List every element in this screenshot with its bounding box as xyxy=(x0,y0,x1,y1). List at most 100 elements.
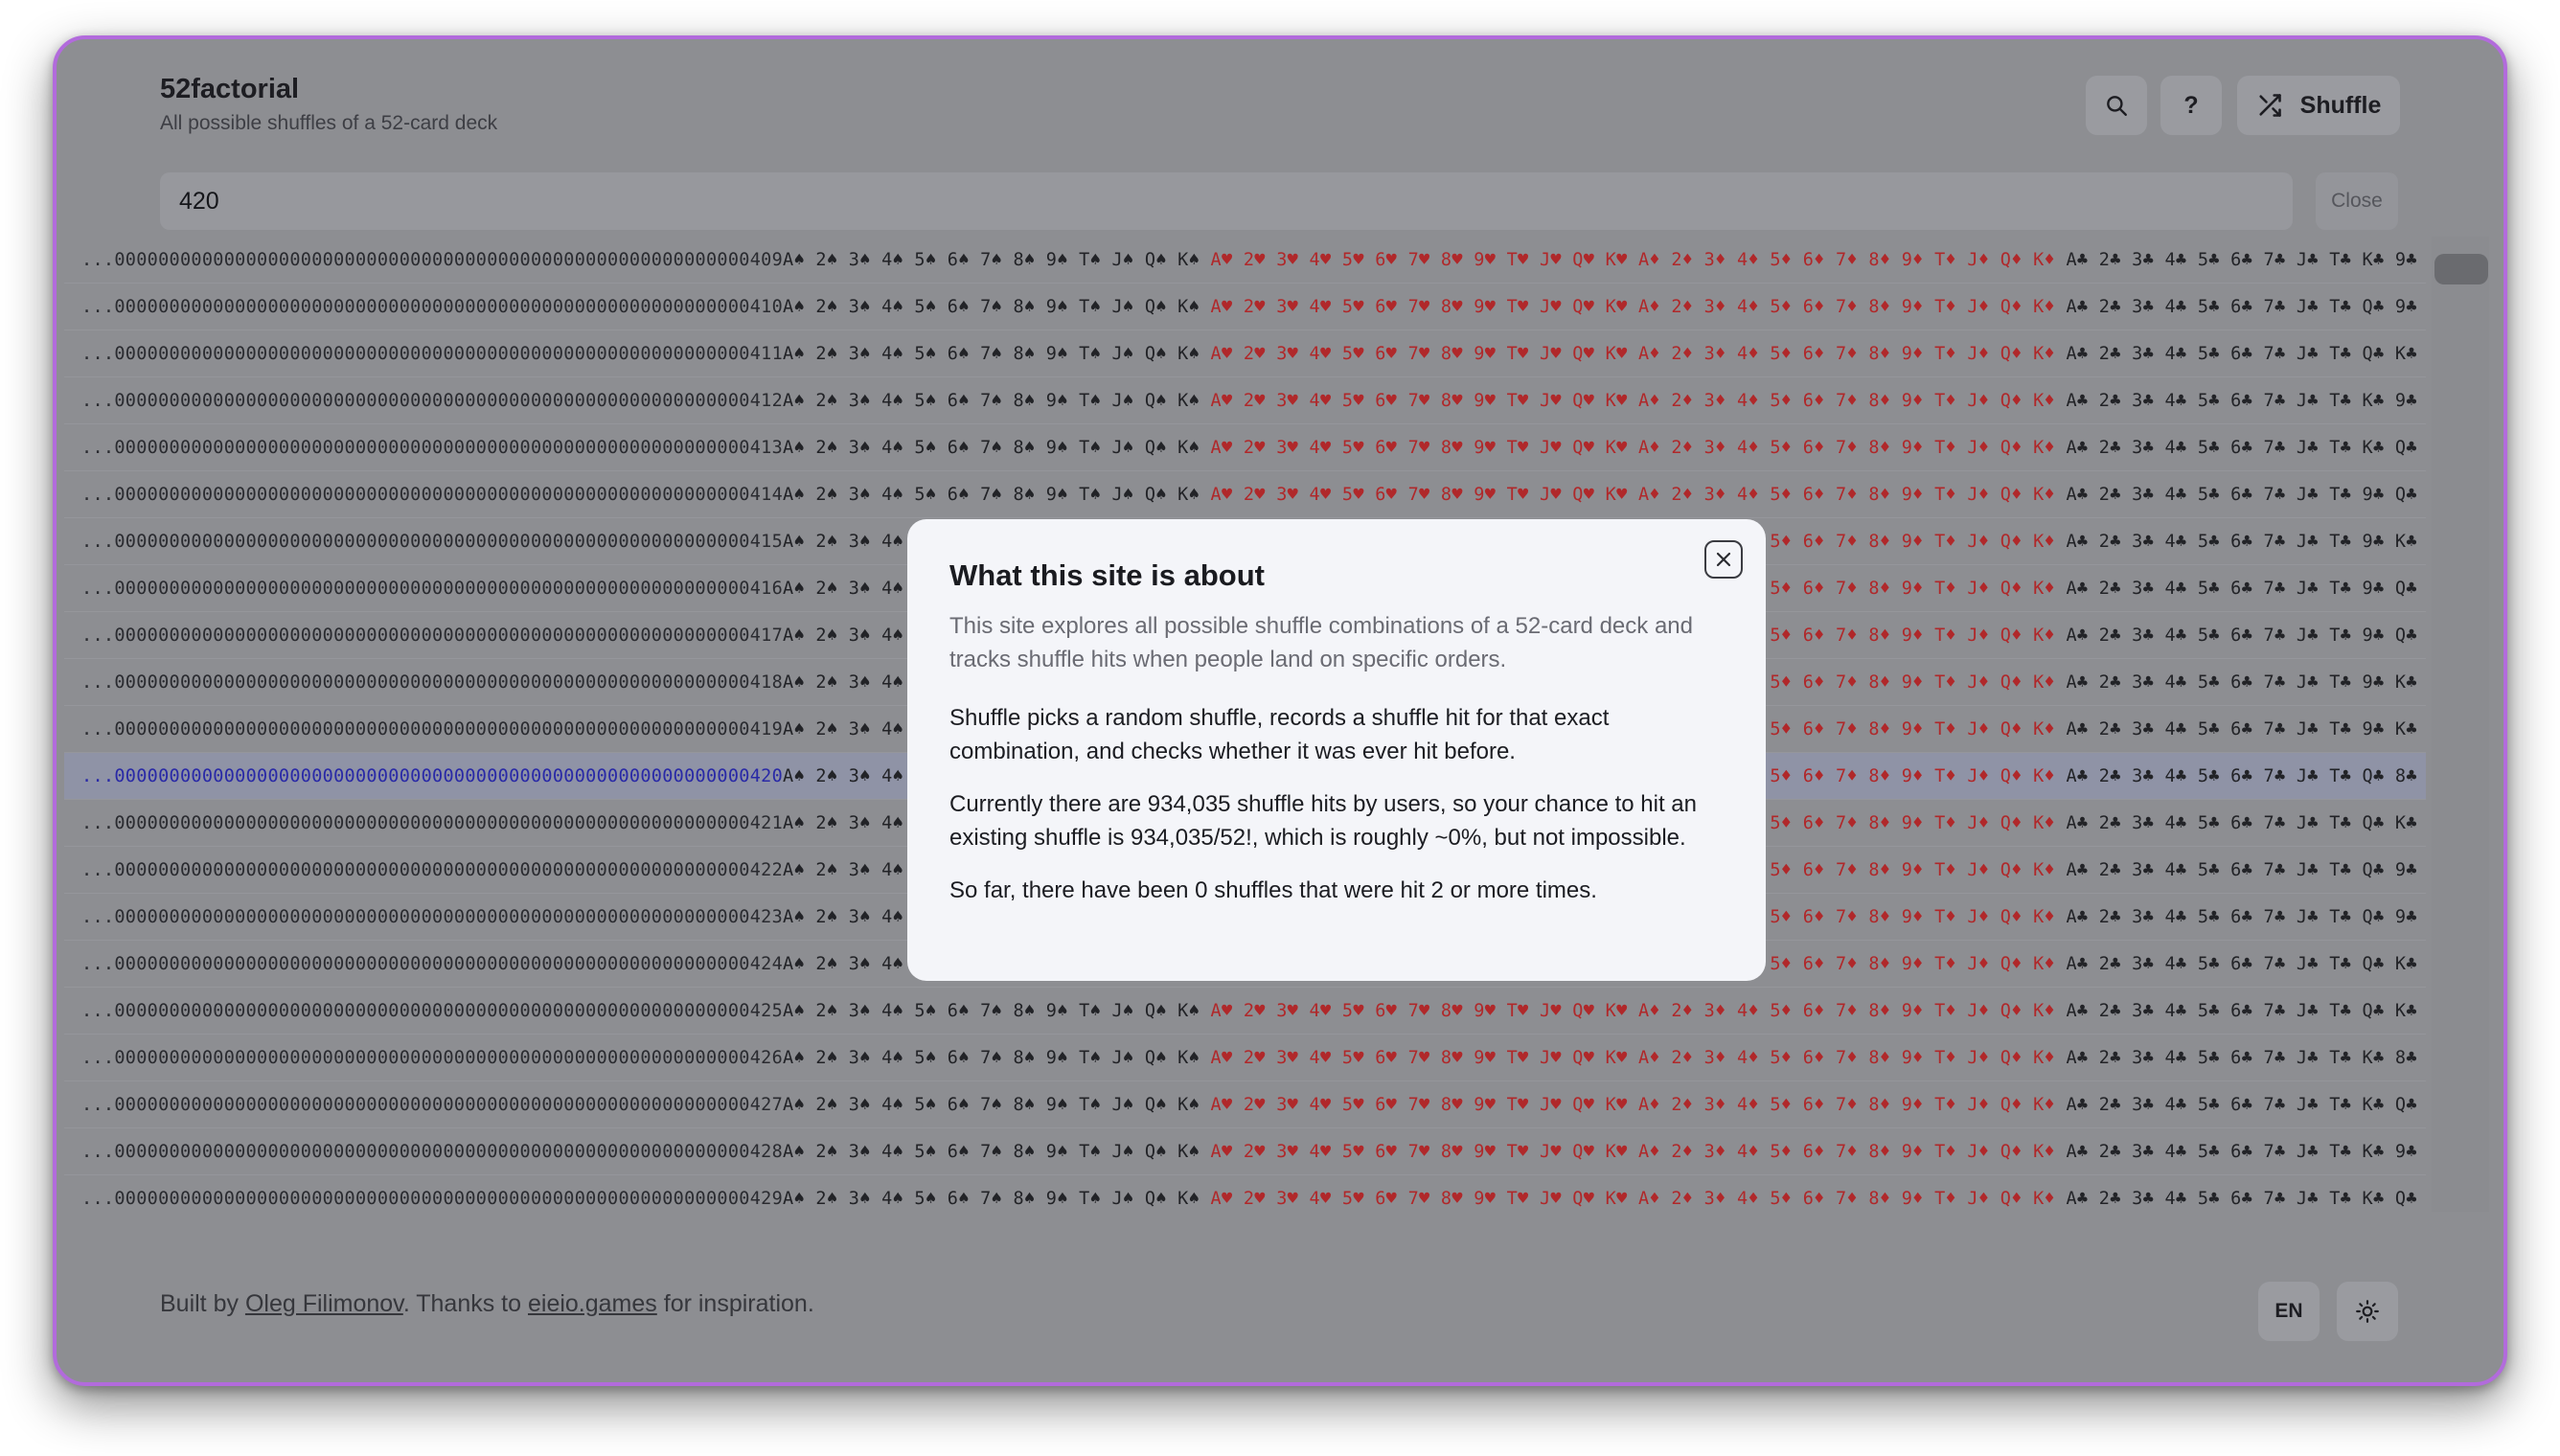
card: 2♣ xyxy=(2098,859,2121,880)
card: 9♦ xyxy=(1901,1188,1924,1209)
card: 2♠ xyxy=(815,812,838,833)
card: A♠ xyxy=(783,1000,805,1021)
card: T♠ xyxy=(1079,1141,1102,1162)
card: K♦ xyxy=(2033,296,2055,317)
author-link[interactable]: Oleg Filimonov xyxy=(245,1290,403,1317)
scrollbar-track[interactable] xyxy=(2432,237,2489,1212)
card: T♦ xyxy=(1934,249,1956,270)
card: 2♦ xyxy=(1671,1000,1694,1021)
about-modal: What this site is about This site explor… xyxy=(907,519,1766,981)
card: A♦ xyxy=(1637,1094,1660,1115)
card: 3♣ xyxy=(2132,906,2155,927)
shuffle-row[interactable]: ...0000000000000000000000000000000000000… xyxy=(64,377,2426,424)
shuffle-row[interactable]: ...0000000000000000000000000000000000000… xyxy=(64,330,2426,377)
shuffle-index: ...0000000000000000000000000000000000000… xyxy=(81,671,784,693)
card: 4♣ xyxy=(2164,1047,2187,1068)
card: T♦ xyxy=(1934,531,1956,552)
card: 4♥ xyxy=(1309,484,1332,505)
card: 7♠ xyxy=(980,1000,1002,1021)
card: 5♣ xyxy=(2197,390,2220,411)
card: 7♥ xyxy=(1407,249,1430,270)
card: K♠ xyxy=(1177,1047,1200,1068)
card: A♠ xyxy=(783,953,805,974)
card: 2♠ xyxy=(815,343,838,364)
card: T♦ xyxy=(1934,859,1956,880)
card: 6♠ xyxy=(947,484,970,505)
shuffle-row[interactable]: ...0000000000000000000000000000000000000… xyxy=(64,284,2426,330)
card: 3♣ xyxy=(2132,390,2155,411)
language-button[interactable]: EN xyxy=(2258,1282,2320,1341)
card-sequence: A♠ 2♠ 3♠ 4♠ 5♠ 6♠ 7♠ 8♠ 9♠ T♠ J♠ Q♠ K♠ A… xyxy=(783,250,2426,270)
scrollbar-thumb[interactable] xyxy=(2434,254,2488,284)
card: T♦ xyxy=(1934,765,1956,786)
help-button[interactable]: ? xyxy=(2160,76,2222,135)
card: J♦ xyxy=(1967,531,1990,552)
card: 2♠ xyxy=(815,953,838,974)
card: 6♦ xyxy=(1802,953,1825,974)
theme-toggle-button[interactable] xyxy=(2337,1282,2398,1341)
card: J♣ xyxy=(2296,578,2319,599)
card: Q♥ xyxy=(1572,1188,1595,1209)
modal-paragraph-hits: Currently there are 934,035 shuffle hits… xyxy=(949,791,1697,851)
shuffle-row[interactable]: ...0000000000000000000000000000000000000… xyxy=(64,471,2426,518)
card: 6♦ xyxy=(1802,1047,1825,1068)
card: J♦ xyxy=(1967,390,1990,411)
modal-close-button[interactable] xyxy=(1704,540,1743,579)
card: 3♠ xyxy=(848,578,871,599)
card: 3♠ xyxy=(848,718,871,739)
card: 3♠ xyxy=(848,531,871,552)
card: 6♦ xyxy=(1802,859,1825,880)
card: J♦ xyxy=(1967,484,1990,505)
card: K♣ xyxy=(2362,1094,2385,1115)
card: 4♠ xyxy=(881,249,903,270)
shuffle-row[interactable]: ...0000000000000000000000000000000000000… xyxy=(64,1081,2426,1128)
card: K♣ xyxy=(2394,531,2417,552)
card: 2♣ xyxy=(2098,765,2121,786)
card: 8♦ xyxy=(1868,1188,1891,1209)
search-input[interactable]: 420 xyxy=(160,172,2293,230)
card: 8♠ xyxy=(1013,1094,1036,1115)
card: 8♠ xyxy=(1013,437,1036,458)
card: 9♦ xyxy=(1901,625,1924,646)
card: T♠ xyxy=(1079,1047,1102,1068)
shuffle-row[interactable]: ...0000000000000000000000000000000000000… xyxy=(64,988,2426,1035)
card: 2♦ xyxy=(1671,343,1694,364)
card: Q♥ xyxy=(1572,437,1595,458)
card: 2♠ xyxy=(815,531,838,552)
card: A♥ xyxy=(1210,296,1233,317)
card: A♠ xyxy=(783,671,805,693)
card: J♦ xyxy=(1967,249,1990,270)
card: 8♦ xyxy=(1868,671,1891,693)
card: Q♣ xyxy=(2394,1094,2417,1115)
shuffle-row[interactable]: ...0000000000000000000000000000000000000… xyxy=(64,1175,2426,1212)
close-search-button[interactable]: Close xyxy=(2316,172,2398,230)
card: 4♣ xyxy=(2164,531,2187,552)
card: 7♣ xyxy=(2263,249,2286,270)
shuffle-button[interactable]: Shuffle xyxy=(2237,76,2400,135)
card: A♠ xyxy=(783,249,805,270)
card: 4♥ xyxy=(1309,1188,1332,1209)
card: K♦ xyxy=(2033,671,2055,693)
card: T♦ xyxy=(1934,625,1956,646)
card: A♦ xyxy=(1637,1141,1660,1162)
card: 9♣ xyxy=(2394,390,2417,411)
card: 9♦ xyxy=(1901,437,1924,458)
card-sequence: A♠ 2♠ 3♠ 4♠ 5♠ 6♠ 7♠ 8♠ 9♠ T♠ J♠ Q♠ K♠ A… xyxy=(783,297,2426,317)
shuffle-row[interactable]: ...0000000000000000000000000000000000000… xyxy=(64,424,2426,471)
card: 6♥ xyxy=(1375,343,1398,364)
inspiration-link[interactable]: eieio.games xyxy=(528,1290,657,1317)
card: 7♦ xyxy=(1836,1047,1858,1068)
card: 5♥ xyxy=(1341,1047,1364,1068)
search-button[interactable] xyxy=(2086,76,2147,135)
card: 5♣ xyxy=(2197,1141,2220,1162)
card: J♠ xyxy=(1111,1047,1134,1068)
card: T♦ xyxy=(1934,1141,1956,1162)
card: 8♦ xyxy=(1868,484,1891,505)
shuffle-row[interactable]: ...0000000000000000000000000000000000000… xyxy=(64,1128,2426,1175)
shuffle-row[interactable]: ...0000000000000000000000000000000000000… xyxy=(64,1035,2426,1081)
card: T♣ xyxy=(2329,578,2352,599)
card: J♣ xyxy=(2296,1094,2319,1115)
card: K♦ xyxy=(2033,1047,2055,1068)
card: 9♥ xyxy=(1474,249,1497,270)
shuffle-row[interactable]: ...0000000000000000000000000000000000000… xyxy=(64,237,2426,284)
